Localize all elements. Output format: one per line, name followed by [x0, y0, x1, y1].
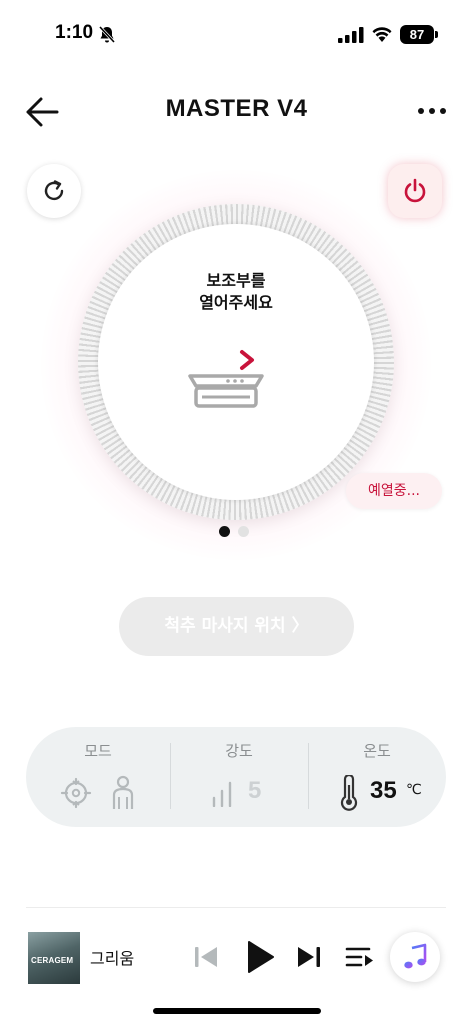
playlist-icon[interactable] [345, 944, 375, 970]
home-indicator[interactable] [153, 1008, 321, 1014]
preheating-badge: 예열중... [346, 473, 442, 509]
spine-massage-position-button[interactable]: 척추 마사지 위치 〉 [119, 597, 354, 656]
power-icon [404, 178, 426, 203]
pager-dots [219, 526, 249, 537]
intensity-value: 5 [248, 777, 262, 804]
settings-card: 모드 강도 5 온도 35 ℃ [26, 727, 446, 827]
status-time: 1:10 [55, 22, 94, 43]
page-title: MASTER V4 [165, 95, 308, 122]
player-divider [26, 907, 446, 908]
temperature-value: 35 [370, 777, 397, 804]
album-art[interactable]: CERAGEM [28, 932, 80, 984]
body-scan-mode-icon [112, 775, 134, 809]
skip-next-icon[interactable] [296, 944, 322, 970]
intensity-bars-icon [212, 781, 232, 807]
power-button[interactable] [388, 164, 442, 218]
music-note-icon [404, 943, 427, 969]
pager-dot-active[interactable] [219, 526, 230, 537]
cellular-signal-icon [338, 27, 364, 43]
mode-label: 모드 [84, 742, 112, 760]
skip-previous-icon[interactable] [193, 944, 219, 970]
dial-message: 보조부를 열어주세요 [199, 271, 273, 312]
album-art-label: CERAGEM [31, 956, 74, 965]
intensity-section[interactable]: 강도 5 [170, 727, 308, 827]
status-bar: 1:10 87 [0, 0, 473, 60]
battery-icon: 87 [400, 25, 438, 44]
play-icon[interactable] [245, 940, 275, 974]
ellipsis-icon[interactable] [416, 104, 448, 118]
wifi-icon [372, 27, 392, 42]
intensity-label: 강도 [225, 742, 253, 760]
refresh-button[interactable] [27, 164, 81, 218]
mode-section[interactable]: 모드 [26, 727, 170, 827]
music-app-button[interactable] [390, 932, 440, 982]
temperature-unit: ℃ [406, 782, 422, 798]
track-title: 그리움 [90, 949, 135, 968]
refresh-icon [44, 180, 64, 201]
pager-dot[interactable] [238, 526, 249, 537]
slide-out-tray-icon [188, 350, 264, 408]
temperature-label: 온도 [363, 742, 391, 760]
rotation-mode-icon [60, 777, 92, 809]
bell-slash-icon [98, 25, 116, 44]
temperature-section[interactable]: 온도 35 ℃ [308, 727, 446, 827]
thermometer-icon [340, 775, 358, 811]
